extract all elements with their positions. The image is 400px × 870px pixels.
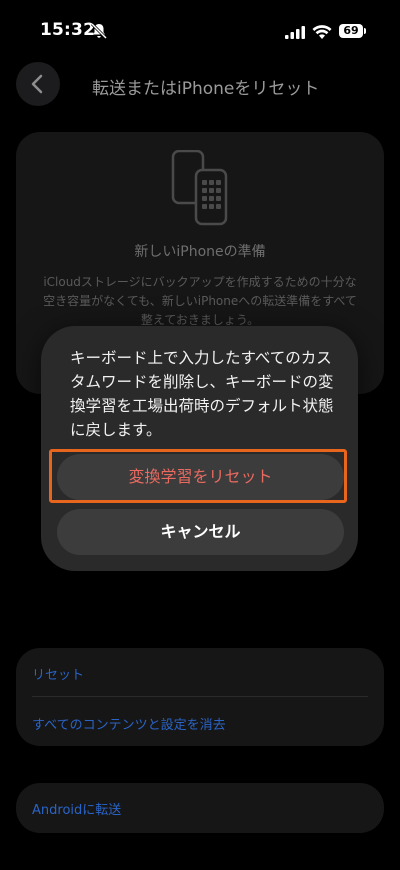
signal-icon [285,26,305,39]
status-bar: 15:32 69 [0,0,400,64]
phone-transfer-icon [171,150,228,226]
wifi-icon [312,25,332,39]
nav-bar: 転送またはiPhoneをリセット [0,60,400,108]
prepare-title: 新しいiPhoneの準備 [134,244,266,260]
reset-row[interactable]: リセット [32,664,84,683]
battery-level: 69 [339,24,363,38]
bell-slash-icon [90,22,108,40]
back-button[interactable] [16,62,60,106]
divider [32,696,368,697]
chevron-left-icon [31,74,43,94]
cancel-button[interactable]: キャンセル [57,509,344,555]
android-transfer-row[interactable]: Androidに転送 [32,799,121,818]
erase-all-row[interactable]: すべてのコンテンツと設定を消去 [32,714,226,733]
highlight-box [49,449,347,503]
battery-icon: 69 [339,24,369,40]
status-time: 15:32 [40,20,96,40]
prepare-description: iCloudストレージにバックアップを作成するための十分な空き容量がなくても、新… [43,275,357,327]
action-sheet-message: キーボード上で入力したすべてのカスタムワードを削除し、キーボードの変換学習を工場… [70,349,334,439]
page-title: 転送またはiPhoneをリセット [92,79,320,99]
